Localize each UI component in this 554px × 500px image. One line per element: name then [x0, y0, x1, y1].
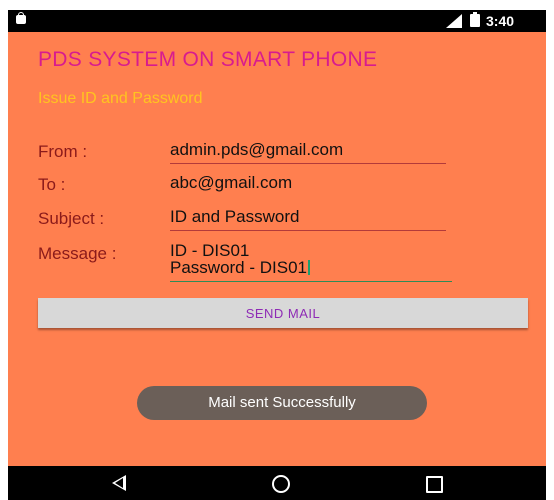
- message-line-1: ID - DIS01: [170, 241, 250, 260]
- message-field[interactable]: ID - DIS01 Password - DIS01: [170, 242, 452, 282]
- android-debug-icon: [16, 12, 26, 24]
- subject-field[interactable]: ID and Password: [170, 207, 446, 231]
- phone-screen: 3:40 PDS SYSTEM ON SMART PHONE Issue ID …: [8, 10, 546, 500]
- subject-label: Subject :: [38, 209, 105, 228]
- page-subtitle: Issue ID and Password: [38, 90, 203, 107]
- message-label: Message :: [38, 244, 117, 263]
- status-bar: 3:40: [8, 10, 546, 32]
- status-time: 3:40: [486, 13, 515, 29]
- message-line-2-text: Password - DIS01: [170, 258, 307, 277]
- back-icon[interactable]: [112, 475, 126, 491]
- recents-icon[interactable]: [426, 476, 443, 493]
- text-cursor: [308, 260, 310, 275]
- navigation-bar: [8, 466, 546, 500]
- from-field[interactable]: admin.pds@gmail.com: [170, 140, 446, 164]
- toast-message: Mail sent Successfully: [137, 386, 427, 420]
- battery-icon: [470, 12, 480, 27]
- message-line-2: Password - DIS01: [170, 259, 452, 276]
- to-field[interactable]: abc@gmail.com: [170, 173, 446, 197]
- home-icon[interactable]: [272, 475, 290, 493]
- send-mail-button[interactable]: SEND MAIL: [38, 298, 528, 328]
- from-label: From :: [38, 142, 88, 161]
- to-label: To :: [38, 175, 66, 194]
- app-title: PDS SYSTEM ON SMART PHONE: [38, 48, 378, 71]
- signal-icon: [446, 14, 462, 28]
